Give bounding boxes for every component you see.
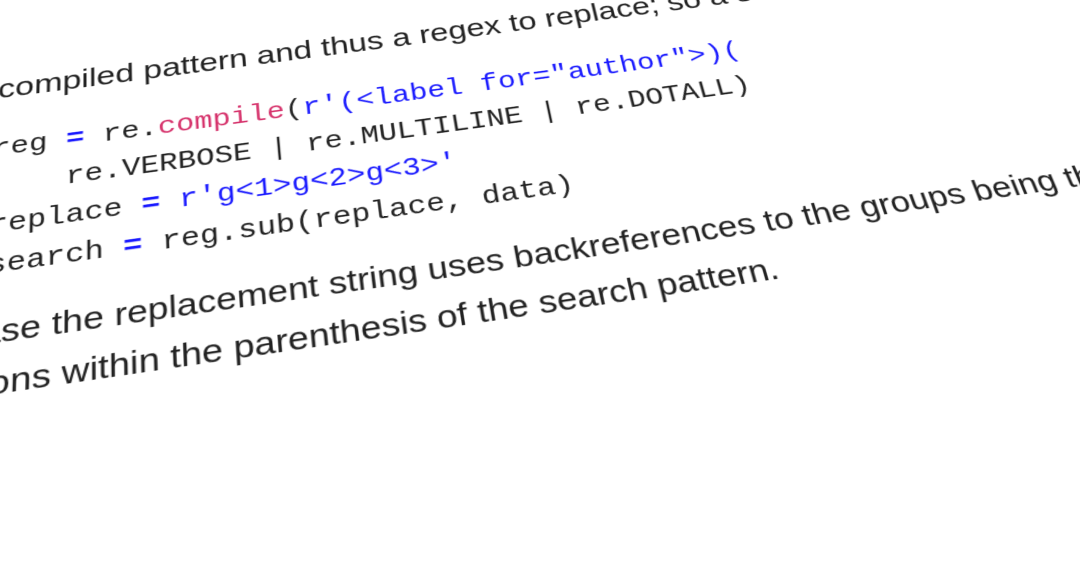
code-text — [160, 186, 180, 218]
code-text: search — [0, 233, 123, 283]
code-text: re. — [85, 114, 159, 151]
operator-equals: = — [123, 230, 143, 263]
code-text: reg — [0, 126, 66, 164]
operator-equals: = — [141, 189, 161, 221]
page-viewport: Using a compiled pattern and thus a rege… — [0, 0, 1080, 577]
document-page: Using a compiled pattern and thus a rege… — [0, 0, 1080, 448]
operator-equals: = — [66, 124, 85, 154]
